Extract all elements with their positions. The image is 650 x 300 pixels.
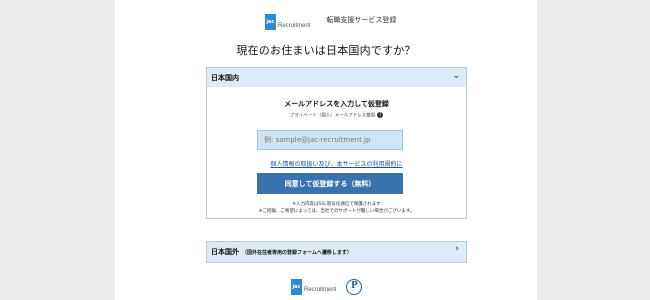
abroad-section[interactable]: 日本国外 （国外在住者専用の登録フォームへ遷移します） › — [206, 241, 467, 263]
abroad-section-sublabel: （国外在住者専用の登録フォームへ遷移します） — [242, 249, 352, 256]
page-question: 現在のお住まいは日本国内ですか？ — [236, 44, 416, 57]
jac-logo-icon[interactable]: jac — [265, 14, 276, 30]
help-icon[interactable]: ? — [377, 112, 384, 118]
chevron-down-icon[interactable]: ⌄ — [452, 71, 460, 81]
privacy-mark-icon: P — [346, 279, 363, 295]
logo-text: Recruitment — [278, 23, 311, 29]
privacy-terms-link[interactable]: 個人情報の取扱い及び、本サービスの利用規約に — [207, 159, 466, 168]
abroad-section-header[interactable]: 日本国外 （国外在住者専用の登録フォームへ遷移します） › — [207, 242, 466, 262]
abroad-section-label: 日本国外 — [211, 248, 239, 256]
email-note-text: プライベート（個人）メールアドレス推奨 — [289, 113, 376, 119]
header-title: 転職支援サービス登録 — [326, 16, 397, 24]
page-footer: jac Recruitment P — [291, 279, 363, 295]
email-note: プライベート（個人）メールアドレス推奨? — [207, 112, 466, 119]
email-input[interactable] — [257, 130, 403, 150]
support-notice: ※ご経験、ご希望によっては、当社でのサポートが難しい場合がございます。 — [258, 209, 415, 214]
japan-section-body: メールアドレスを入力して仮登録 プライベート（個人）メールアドレス推奨? 個人情… — [207, 87, 466, 218]
japan-section: 日本国内 ⌄ メールアドレスを入力して仮登録 プライベート（個人）メールアドレス… — [206, 67, 467, 219]
registration-page: jac Recruitment 転職支援サービス登録 現在のお住まいは日本国内で… — [115, 0, 537, 300]
japan-section-header[interactable]: 日本国内 ⌄ — [207, 68, 466, 87]
chevron-right-icon[interactable]: › — [455, 244, 459, 254]
footer-jac-logo-icon: jac — [291, 279, 302, 295]
japan-section-label: 日本国内 — [211, 73, 239, 82]
email-title: メールアドレスを入力して仮登録 — [284, 100, 389, 108]
ssl-notice: ※入力内容はSSL暗号化通信で保護されます — [292, 202, 381, 207]
page-header: jac Recruitment 転職支援サービス登録 — [265, 10, 396, 34]
register-submit-button[interactable]: 同意して仮登録する（無料） — [257, 173, 403, 194]
footer-logo-text: Recruitment — [304, 287, 337, 293]
